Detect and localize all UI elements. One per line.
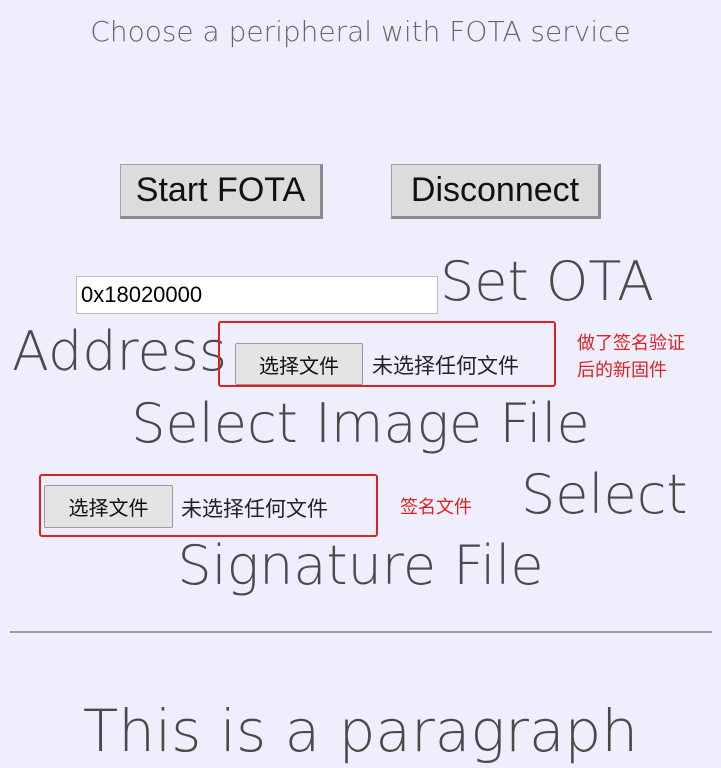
signature-file-label: Signature File — [177, 534, 544, 597]
address-label: Address — [12, 320, 228, 383]
select-image-file-label: Select Image File — [131, 392, 590, 455]
set-ota-label: Set OTA — [440, 250, 655, 313]
select-label: Select — [521, 463, 688, 526]
image-file-status: 未选择任何文件 — [372, 354, 519, 378]
image-file-annotation-2: 后的新固件 — [577, 360, 667, 381]
signature-file-status: 未选择任何文件 — [181, 497, 328, 521]
disconnect-button[interactable]: Disconnect — [391, 164, 601, 219]
horizontal-divider — [10, 631, 712, 633]
image-file-choose-button[interactable]: 选择文件 — [235, 343, 363, 385]
paragraph-text: This is a paragraph — [82, 697, 639, 765]
ota-address-input[interactable] — [76, 276, 438, 314]
start-fota-button[interactable]: Start FOTA — [120, 164, 323, 219]
page-subtitle: Choose a peripheral with FOTA service — [90, 15, 631, 48]
image-file-annotation-1: 做了签名验证 — [577, 333, 685, 354]
signature-file-annotation: 签名文件 — [400, 497, 472, 518]
signature-file-choose-button[interactable]: 选择文件 — [44, 485, 173, 528]
